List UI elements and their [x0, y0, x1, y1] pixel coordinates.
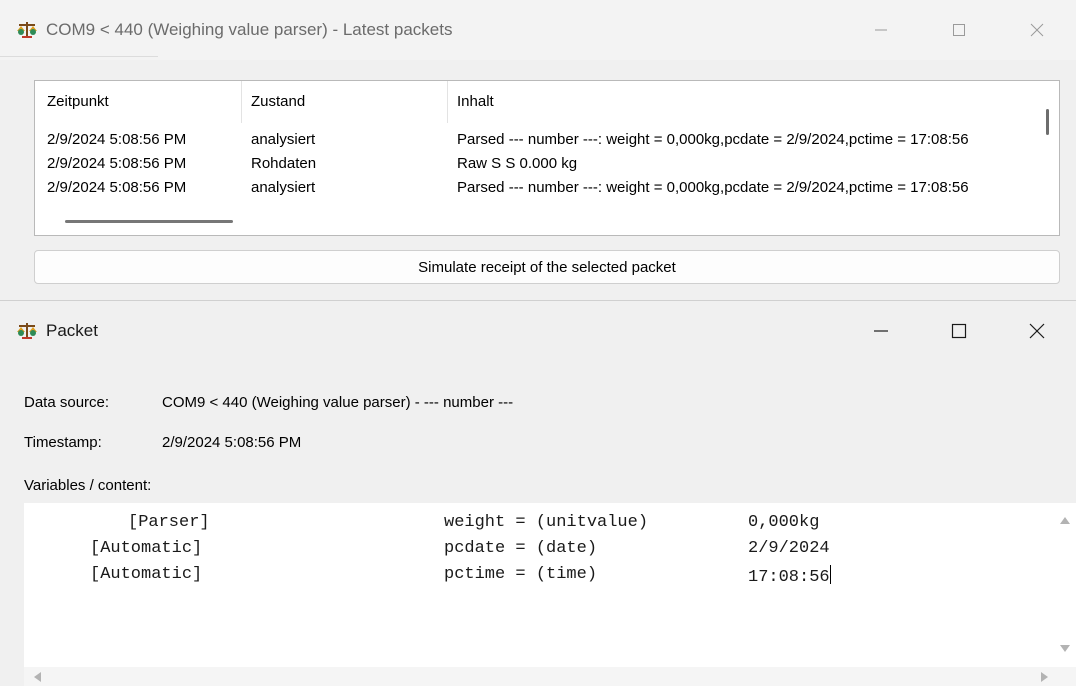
text-caret — [829, 565, 831, 584]
timestamp-value: 2/9/2024 5:08:56 PM — [162, 434, 302, 451]
scale-icon — [16, 322, 38, 340]
column-header-zeitpunkt[interactable]: Zeitpunkt — [47, 93, 109, 110]
column-separator[interactable] — [447, 81, 448, 123]
row-content: Raw S S 0.000 kg — [457, 155, 578, 172]
latest-packets-titlebar[interactable]: COM9 < 440 (Weighing value parser) - Lat… — [0, 0, 1076, 60]
window-title: COM9 < 440 (Weighing value parser) - Lat… — [46, 20, 453, 39]
scale-icon — [16, 21, 38, 39]
variable-source: [Parser] — [128, 513, 210, 532]
row-time: 2/9/2024 5:08:56 PM — [47, 155, 187, 172]
minimize-icon — [874, 330, 888, 332]
latest-packets-window: COM9 < 440 (Weighing value parser) - Lat… — [0, 0, 1076, 300]
variable-value: 0,000kg — [748, 513, 820, 532]
table-row[interactable]: 2/9/2024 5:08:56 PM Rohdaten Raw S S 0.0… — [35, 155, 1059, 177]
title-divider — [0, 56, 158, 57]
row-time: 2/9/2024 5:08:56 PM — [47, 131, 187, 148]
row-state: analysiert — [251, 179, 316, 196]
window-title: Packet — [46, 321, 98, 340]
packet-titlebar[interactable]: Packet — [0, 301, 1076, 361]
variable-source: [Automatic] — [90, 565, 203, 584]
minimize-icon — [875, 29, 887, 31]
scroll-down-arrow-icon[interactable] — [1060, 645, 1070, 652]
minimize-button[interactable] — [842, 0, 920, 60]
maximize-button[interactable] — [920, 0, 998, 60]
close-icon — [1029, 323, 1045, 339]
simulate-receipt-button[interactable]: Simulate receipt of the selected packet — [34, 250, 1060, 284]
variable-expression: pctime = (time) — [444, 565, 598, 584]
variable-source: [Automatic] — [90, 539, 203, 558]
table-row[interactable]: 2/9/2024 5:08:56 PM analysiert Parsed --… — [35, 179, 1059, 201]
packet-window: Packet Data source: COM9 < 440 (Weighing… — [0, 300, 1076, 686]
timestamp-label: Timestamp: — [24, 434, 102, 451]
row-content: Parsed --- number ---: weight = 0,000kg,… — [457, 131, 969, 148]
column-separator[interactable] — [241, 81, 242, 123]
variable-value: 2/9/2024 — [748, 539, 830, 558]
table-row[interactable]: 2/9/2024 5:08:56 PM analysiert Parsed --… — [35, 131, 1059, 153]
data-source-label: Data source: — [24, 394, 110, 411]
close-button[interactable] — [998, 301, 1076, 361]
variable-expression: weight = (unitvalue) — [444, 513, 649, 532]
row-state: analysiert — [251, 131, 316, 148]
row-content: Parsed --- number ---: weight = 0,000kg,… — [457, 179, 969, 196]
horizontal-scrollbar-thumb[interactable] — [65, 220, 233, 223]
column-header-inhalt[interactable]: Inhalt — [457, 93, 494, 110]
variables-textbox[interactable]: [Parser] weight = (unitvalue) 0,000kg [A… — [24, 503, 1076, 686]
minimize-button[interactable] — [842, 301, 920, 361]
variable-expression: pcdate = (date) — [444, 539, 598, 558]
maximize-icon — [953, 24, 965, 36]
variable-value: 17:08:56 — [748, 568, 830, 587]
variables-label: Variables / content: — [24, 477, 152, 494]
maximize-icon — [951, 323, 967, 339]
close-button[interactable] — [998, 0, 1076, 60]
variable-value-line: 17:08:56 — [748, 565, 831, 587]
column-header-zustand[interactable]: Zustand — [251, 93, 305, 110]
vertical-scrollbar-thumb[interactable] — [1046, 109, 1049, 135]
vertical-scrollbar[interactable] — [1054, 503, 1076, 667]
row-time: 2/9/2024 5:08:56 PM — [47, 179, 187, 196]
data-source-value: COM9 < 440 (Weighing value parser) - ---… — [162, 394, 514, 411]
maximize-button[interactable] — [920, 301, 998, 361]
scroll-left-arrow-icon[interactable] — [34, 672, 41, 682]
row-state: Rohdaten — [251, 155, 317, 172]
close-icon — [1030, 23, 1044, 37]
packet-list[interactable]: Zeitpunkt Zustand Inhalt 2/9/2024 5:08:5… — [34, 80, 1060, 236]
scroll-up-arrow-icon[interactable] — [1060, 517, 1070, 524]
horizontal-scrollbar[interactable] — [24, 667, 1076, 686]
scroll-right-arrow-icon[interactable] — [1041, 672, 1048, 682]
list-header: Zeitpunkt Zustand Inhalt — [35, 81, 1059, 123]
